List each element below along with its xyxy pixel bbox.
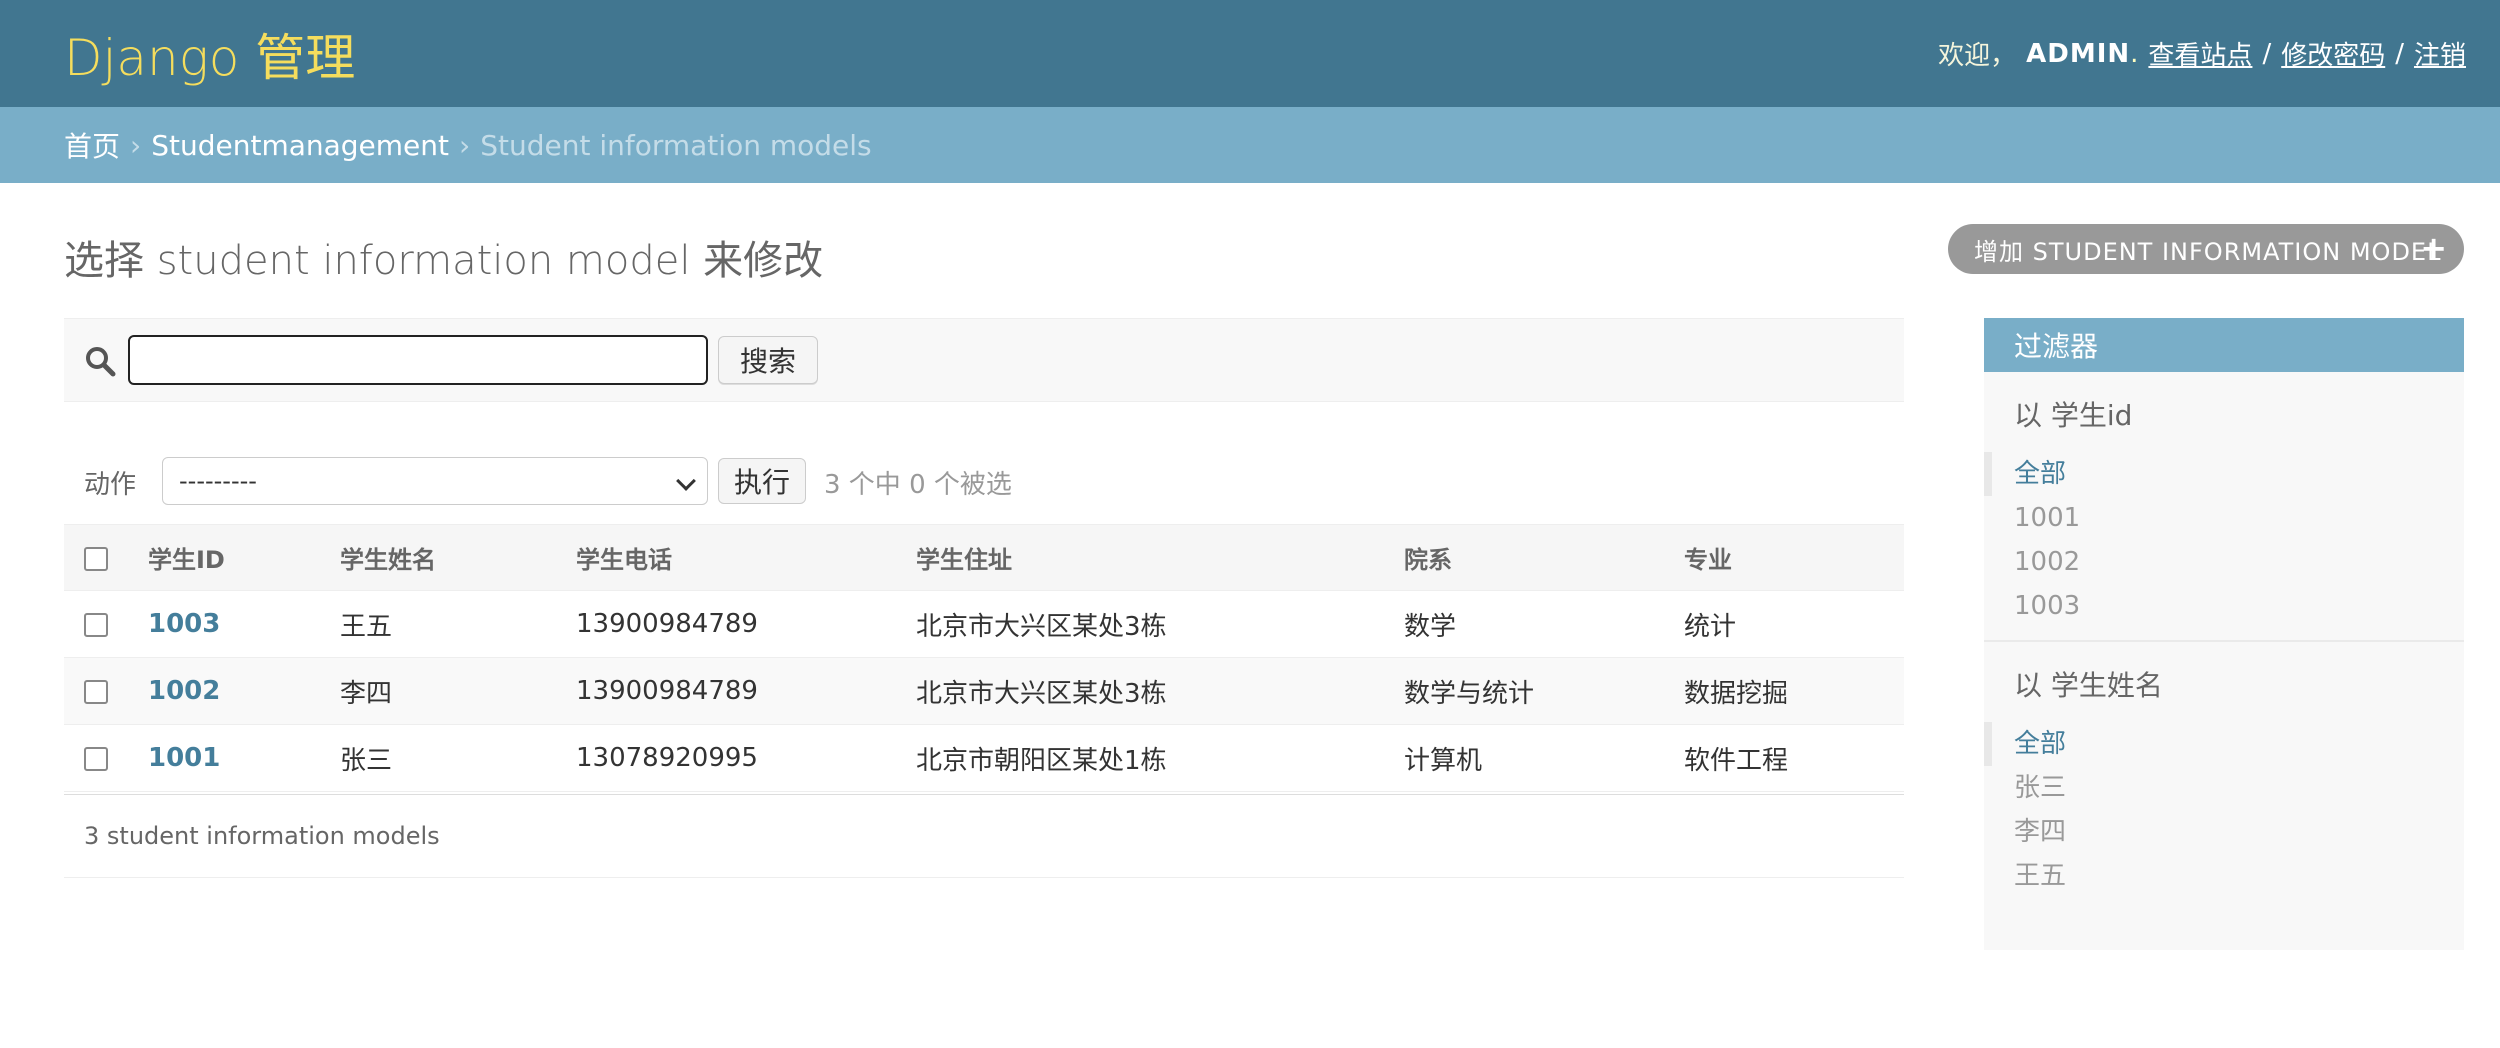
column-header[interactable]: 专业 [1684, 524, 1904, 591]
separator: / [2262, 38, 2272, 69]
filter-title: 过滤器 [1984, 318, 2464, 372]
student-address-cell: 北京市大兴区某处3栋 [916, 657, 1404, 725]
run-action-button[interactable]: 执行 [718, 458, 806, 504]
result-count: 3 student information models [64, 794, 1904, 878]
view-site-link[interactable]: 查看站点 [2148, 35, 2252, 72]
page-title: 选择 student information model 来修改 [64, 238, 824, 284]
table-row: 1003 王五 13900984789 北京市大兴区某处3栋 数学 统计 [64, 590, 1904, 658]
student-phone-cell: 13900984789 [576, 657, 916, 725]
change-password-link[interactable]: 修改密码 [2281, 35, 2385, 72]
row-checkbox[interactable] [84, 679, 108, 704]
search-input[interactable] [128, 335, 708, 385]
filter-heading: 以 学生姓名 [2014, 669, 2163, 702]
student-id-cell: 1002 [148, 657, 340, 725]
student-id-cell: 1003 [148, 590, 340, 658]
row-checkbox-cell [64, 657, 148, 725]
username: ADMIN [2026, 38, 2131, 69]
column-header[interactable]: 学生ID [148, 524, 340, 591]
student-phone-cell: 13900984789 [576, 590, 916, 658]
filter-list: 全部 1001 1002 1003 [1984, 452, 2464, 628]
column-header[interactable]: 学生姓名 [340, 524, 576, 591]
filter-list: 全部 张三 李四 王五 [1984, 722, 2464, 898]
filter-link[interactable]: 王五 [2014, 861, 2066, 891]
select-all-header [64, 524, 148, 591]
student-major-cell: 软件工程 [1684, 724, 1904, 792]
column-header[interactable]: 学生住址 [916, 524, 1404, 591]
student-dept-cell: 数学 [1404, 590, 1684, 658]
column-header[interactable]: 院系 [1404, 524, 1684, 591]
student-id-link[interactable]: 1001 [148, 743, 220, 773]
student-major-cell: 数据挖掘 [1684, 657, 1904, 725]
breadcrumb-current: Student information models [480, 128, 872, 162]
action-select[interactable]: --------- [162, 457, 708, 505]
table-header-row: 学生ID 学生姓名 学生电话 学生住址 院系 专业 [64, 524, 1904, 591]
search-toolbar: 搜索 [64, 318, 1904, 402]
filter-group-student-name: 以 学生姓名 全部 张三 李四 王五 [1984, 664, 2464, 898]
filter-link[interactable]: 1002 [2014, 547, 2080, 577]
student-address-cell: 北京市大兴区某处3栋 [916, 590, 1404, 658]
add-button-label: 增加 STUDENT INFORMATION MODEL [1974, 237, 2442, 266]
chevron-down-icon [676, 471, 696, 491]
filter-item: 李四 [2014, 810, 2464, 854]
student-name-cell: 王五 [340, 590, 576, 658]
filter-link[interactable]: 张三 [2014, 773, 2066, 803]
student-id-link[interactable]: 1003 [148, 609, 220, 639]
filter-divider [1984, 640, 2464, 642]
student-name-cell: 张三 [340, 724, 576, 792]
filter-item: 王五 [2014, 854, 2464, 898]
table-row: 1001 张三 13078920995 北京市朝阳区某处1栋 计算机 软件工程 [64, 724, 1904, 792]
filter-link[interactable]: 1003 [2014, 591, 2080, 621]
filter-item: 全部 [1984, 722, 2464, 766]
filter-heading: 以 学生id [2014, 399, 2133, 432]
breadcrumb-separator: › [130, 128, 142, 162]
result-table: 学生ID 学生姓名 学生电话 学生住址 院系 专业 1003 王五 139009… [64, 524, 1904, 792]
student-phone-cell: 13078920995 [576, 724, 916, 792]
actions-label: 动作 [84, 470, 137, 500]
action-counter: 3 个中 0 个被选 [824, 470, 1012, 500]
site-name[interactable]: Django 管理 [64, 18, 355, 90]
welcome-text: 欢迎， [1938, 41, 2017, 71]
actions-bar: 动作 --------- 执行 3 个中 0 个被选 [64, 450, 1904, 510]
plus-icon: + [2420, 229, 2448, 267]
table-row: 1002 李四 13900984789 北京市大兴区某处3栋 数学与统计 数据挖… [64, 657, 1904, 725]
logout-link[interactable]: 注销 [2414, 35, 2466, 72]
filter-group-student-id: 以 学生id 全部 1001 1002 1003 [1984, 394, 2464, 628]
row-checkbox-cell [64, 590, 148, 658]
breadcrumb: 首页 › Studentmanagement › Student informa… [0, 107, 2500, 183]
action-selected-option: --------- [179, 467, 257, 495]
filter-item: 张三 [2014, 766, 2464, 810]
select-all-checkbox[interactable] [84, 546, 108, 571]
student-dept-cell: 数学与统计 [1404, 657, 1684, 725]
username-suffix: . [2130, 38, 2139, 69]
search-button[interactable]: 搜索 [718, 336, 818, 384]
filter-link[interactable]: 李四 [2014, 817, 2066, 847]
breadcrumb-app[interactable]: Studentmanagement [151, 129, 449, 162]
site-header: Django 管理 欢迎， ADMIN. 查看站点 / 修改密码 / 注销 [0, 0, 2500, 107]
filter-item: 1001 [2014, 496, 2464, 540]
student-major-cell: 统计 [1684, 590, 1904, 658]
column-header[interactable]: 学生电话 [576, 524, 916, 591]
filter-link-all[interactable]: 全部 [2014, 729, 2066, 759]
breadcrumb-home[interactable]: 首页 [64, 125, 120, 165]
student-address-cell: 北京市朝阳区某处1栋 [916, 724, 1404, 792]
student-name-cell: 李四 [340, 657, 576, 725]
search-icon [86, 347, 116, 377]
breadcrumb-separator: › [459, 128, 471, 162]
filter-item: 全部 [1984, 452, 2464, 496]
separator: / [2395, 38, 2404, 69]
row-checkbox-cell [64, 724, 148, 792]
user-tools: 欢迎， ADMIN. 查看站点 / 修改密码 / 注销 [1938, 35, 2466, 72]
filter-link-all[interactable]: 全部 [2014, 459, 2066, 489]
filter-item: 1003 [2014, 584, 2464, 628]
row-checkbox[interactable] [84, 746, 108, 771]
add-model-button[interactable]: 增加 STUDENT INFORMATION MODEL + [1948, 224, 2464, 274]
student-id-link[interactable]: 1002 [148, 676, 220, 706]
student-id-cell: 1001 [148, 724, 340, 792]
filter-item: 1002 [2014, 540, 2464, 584]
row-checkbox[interactable] [84, 612, 108, 637]
student-dept-cell: 计算机 [1404, 724, 1684, 792]
filter-link[interactable]: 1001 [2014, 503, 2080, 533]
filter-sidebar: 过滤器 以 学生id 全部 1001 1002 1003 以 学生姓名 全部 张… [1984, 318, 2464, 950]
